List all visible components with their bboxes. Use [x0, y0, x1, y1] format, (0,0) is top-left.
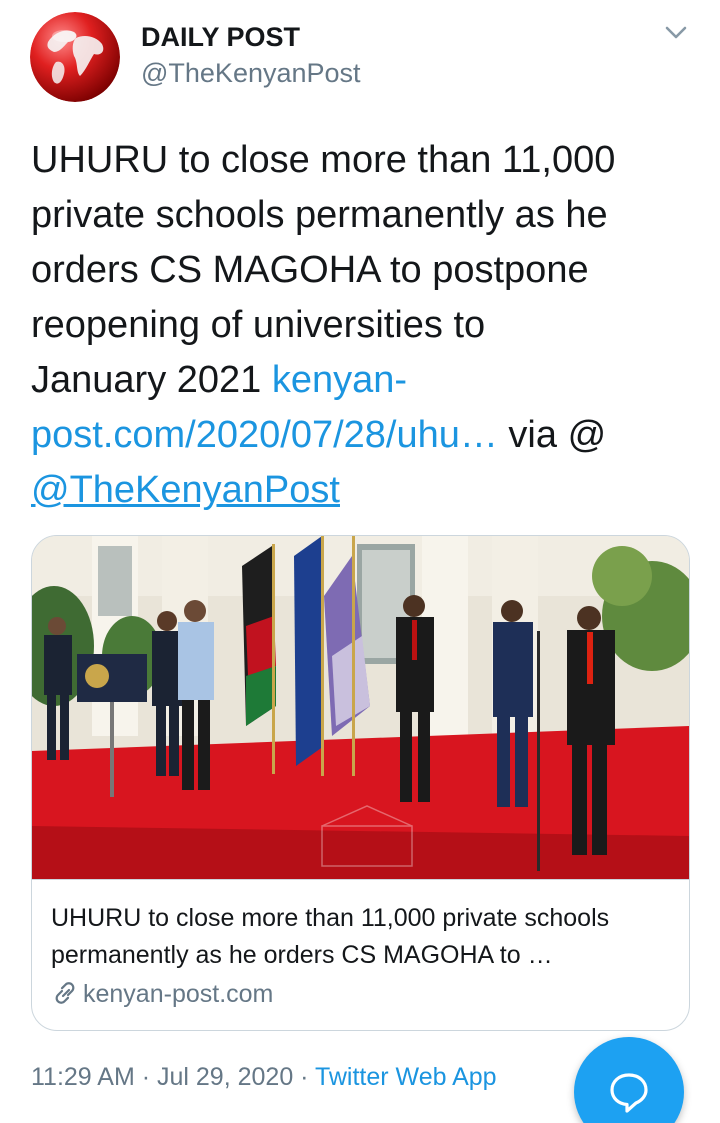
mention-link[interactable]: @TheKenyanPost	[31, 469, 340, 511]
tweet-detail-screen: DAILY POST @TheKenyanPost UHURU to close…	[0, 0, 720, 1123]
link-icon	[51, 980, 79, 1006]
author-display-name[interactable]: DAILY POST	[141, 20, 300, 54]
tweet-text-line: January 2021 kenyan-	[31, 353, 701, 408]
tweet-text-plain: via @	[497, 414, 607, 456]
tweet-meta: 11:29 AM · Jul 29, 2020 · Twitter Web Ap…	[31, 1060, 497, 1094]
tweet-url-link[interactable]: kenyan-	[272, 359, 407, 401]
tweet-source-link[interactable]: Twitter Web App	[315, 1063, 497, 1091]
card-title-line: permanently as he orders CS MAGOHA to …	[51, 941, 553, 969]
tweet-url-link-continued[interactable]: post.com/2020/07/28/uhu…	[31, 414, 498, 456]
meta-separator: ·	[134, 1063, 157, 1091]
tweet-text-line: post.com/2020/07/28/uhu… via @	[31, 408, 701, 463]
press-conference-photo	[32, 536, 689, 879]
card-title[interactable]: UHURU to close more than 11,000 private …	[51, 900, 681, 974]
card-title-line: UHURU to close more than 11,000 private …	[51, 904, 610, 932]
compose-reply-button[interactable]	[574, 1037, 684, 1123]
tweet-date[interactable]: Jul 29, 2020	[157, 1063, 293, 1091]
tweet-text-line: reopening of universities to	[31, 304, 486, 346]
tweet-text-line: @TheKenyanPost	[31, 463, 701, 518]
card-domain[interactable]: kenyan-post.com	[51, 977, 273, 1011]
card-image[interactable]	[32, 536, 689, 880]
card-domain-text: kenyan-post.com	[83, 980, 274, 1008]
tweet-text-line: orders CS MAGOHA to postpone	[31, 249, 589, 291]
tweet-text: UHURU to close more than 11,000 private …	[31, 133, 701, 518]
tweet-text-line: private schools permanently as he	[31, 194, 608, 236]
meta-separator: ·	[293, 1063, 315, 1091]
tweet-time[interactable]: 11:29 AM	[31, 1063, 135, 1091]
link-preview-card[interactable]: UHURU to close more than 11,000 private …	[31, 535, 690, 1031]
tweet-text-line: UHURU to close more than 11,000	[31, 139, 616, 181]
chevron-down-icon[interactable]	[662, 22, 690, 44]
author-avatar[interactable]	[30, 12, 120, 102]
author-handle[interactable]: @TheKenyanPost	[141, 56, 361, 90]
tweet-text-plain: January 2021	[31, 359, 272, 401]
globe-logo-icon	[30, 12, 120, 102]
reply-bubble-icon	[610, 1073, 648, 1113]
